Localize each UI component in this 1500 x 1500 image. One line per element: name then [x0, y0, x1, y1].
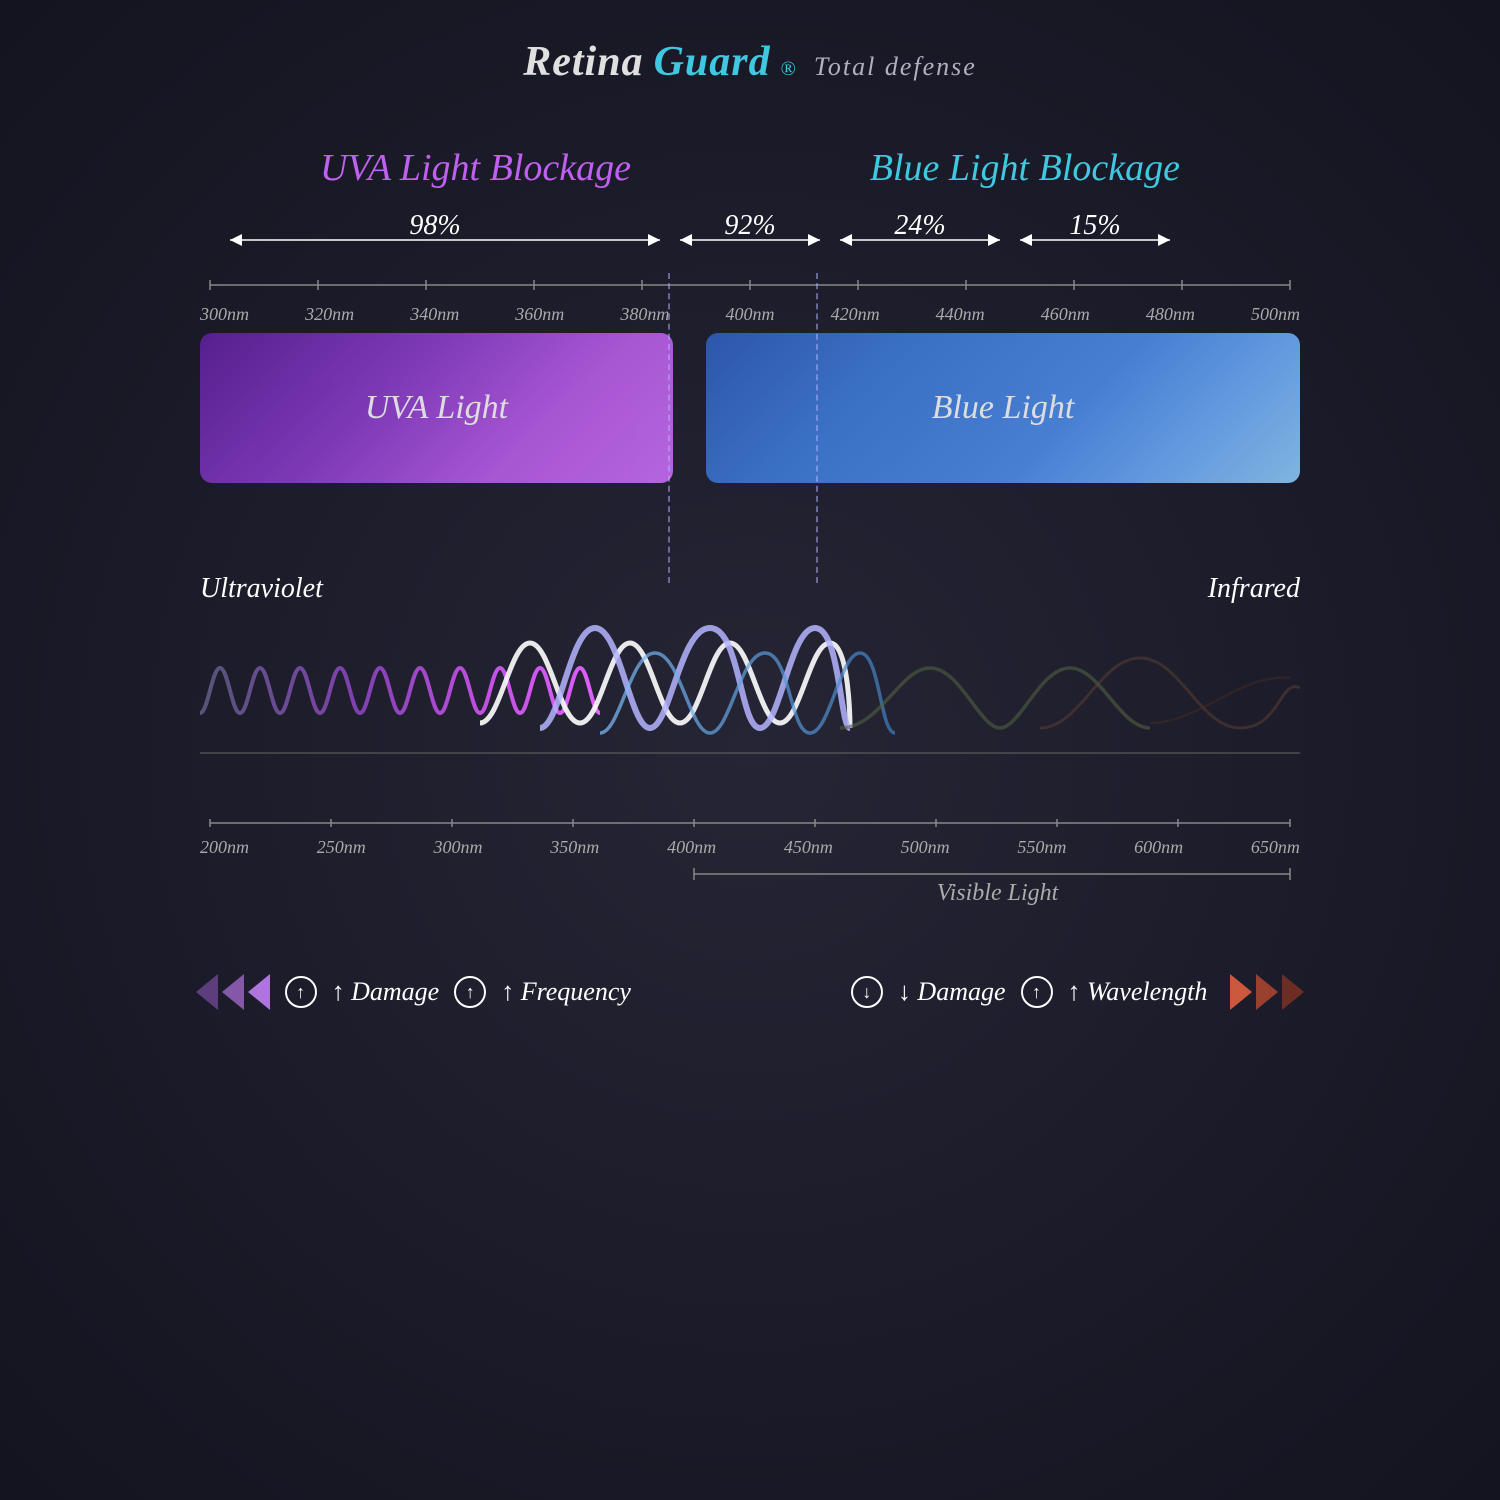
top-scale-line: [200, 270, 1300, 300]
header: RetinaGuard ® Total defense: [523, 38, 977, 86]
nm-400-bot: 400nm: [667, 837, 716, 858]
svg-text:98%: 98%: [409, 210, 460, 241]
legend-right: ↓ ↓ Damage ↑ ↑ Wavelength: [851, 974, 1304, 1010]
chevron-r1: [1230, 974, 1252, 1010]
ultraviolet-label: Ultraviolet: [200, 573, 323, 605]
nm-250: 250nm: [317, 837, 366, 858]
wave-up-arrow: ↑: [1021, 976, 1053, 1008]
nm-460: 460nm: [1041, 304, 1090, 325]
nm-320: 320nm: [305, 304, 354, 325]
nm-380: 380nm: [620, 304, 669, 325]
nm-440: 440nm: [936, 304, 985, 325]
visible-light-section: Visible Light: [200, 864, 1300, 914]
damage-down-arrow: ↓: [851, 976, 883, 1008]
nm-350: 350nm: [550, 837, 599, 858]
bottom-scale-line: [200, 813, 1300, 833]
damage-label-right: ↓ Damage: [898, 977, 1006, 1007]
uva-box-label: UVA Light: [365, 389, 508, 427]
legend: ↑ ↑ Damage ↑ ↑ Frequency ↓ ↓ Damage ↑ ↑ …: [196, 974, 1305, 1010]
nm-650: 650nm: [1251, 837, 1300, 858]
svg-text:92%: 92%: [724, 210, 775, 241]
nm-420: 420nm: [831, 304, 880, 325]
nm-500: 500nm: [1251, 304, 1300, 325]
visible-light-label: Visible Light: [200, 880, 1300, 907]
damage-up-arrow-left: ↑: [285, 976, 317, 1008]
brand-tagline: Total defense: [814, 52, 977, 82]
nm-480: 480nm: [1146, 304, 1195, 325]
blue-box-label: Blue Light: [932, 389, 1075, 427]
svg-text:24%: 24%: [894, 210, 945, 241]
uva-box: UVA Light: [200, 333, 673, 483]
blue-box: Blue Light: [706, 333, 1300, 483]
chevron-2: [222, 974, 244, 1010]
brand-guard: Guard: [654, 38, 771, 86]
legend-left: ↑ ↑ Damage ↑ ↑ Frequency: [196, 974, 631, 1010]
chevron-3: [248, 974, 270, 1010]
wave-side-labels: Ultraviolet Infrared: [200, 573, 1300, 605]
wavelength-scale-top: 300nm 320nm 340nm 360nm 380nm 400nm 420n…: [200, 304, 1300, 325]
blue-blockage-label: Blue Light Blockage: [870, 146, 1180, 190]
wave-section: Ultraviolet Infrared: [200, 493, 1300, 813]
nm-400: 400nm: [725, 304, 774, 325]
nm-450: 450nm: [784, 837, 833, 858]
nm-550: 550nm: [1017, 837, 1066, 858]
nm-500-bot: 500nm: [901, 837, 950, 858]
left-chevrons: [196, 974, 270, 1010]
damage-label-left: ↑ Damage: [332, 977, 440, 1007]
colored-boxes: UVA Light Blue Light: [200, 333, 1300, 493]
freq-label: ↑ Frequency: [501, 977, 631, 1007]
infrared-label: Infrared: [1208, 573, 1300, 605]
nm-300-bot: 300nm: [434, 837, 483, 858]
nm-300: 300nm: [200, 304, 249, 325]
wavelength-scale-bottom: 200nm 250nm 300nm 350nm 400nm 450nm 500n…: [200, 837, 1300, 858]
percent-scale: 98% 92% 24% 15%: [200, 210, 1300, 270]
uva-blockage-label: UVA Light Blockage: [320, 146, 631, 190]
chevron-r3: [1282, 974, 1304, 1010]
brand-registered: ®: [781, 58, 796, 81]
nm-600: 600nm: [1134, 837, 1183, 858]
right-chevrons: [1230, 974, 1304, 1010]
diagram-container: 98% 92% 24% 15%: [200, 210, 1300, 914]
nm-360: 360nm: [515, 304, 564, 325]
chevron-1: [196, 974, 218, 1010]
svg-text:15%: 15%: [1069, 210, 1120, 241]
nm-200: 200nm: [200, 837, 249, 858]
chevron-r2: [1256, 974, 1278, 1010]
wave-label: ↑ Wavelength: [1068, 977, 1208, 1007]
blockage-labels: UVA Light Blockage Blue Light Blockage: [300, 146, 1200, 190]
brand-retina: Retina: [523, 38, 643, 86]
nm-340: 340nm: [410, 304, 459, 325]
freq-up-arrow: ↑: [454, 976, 486, 1008]
